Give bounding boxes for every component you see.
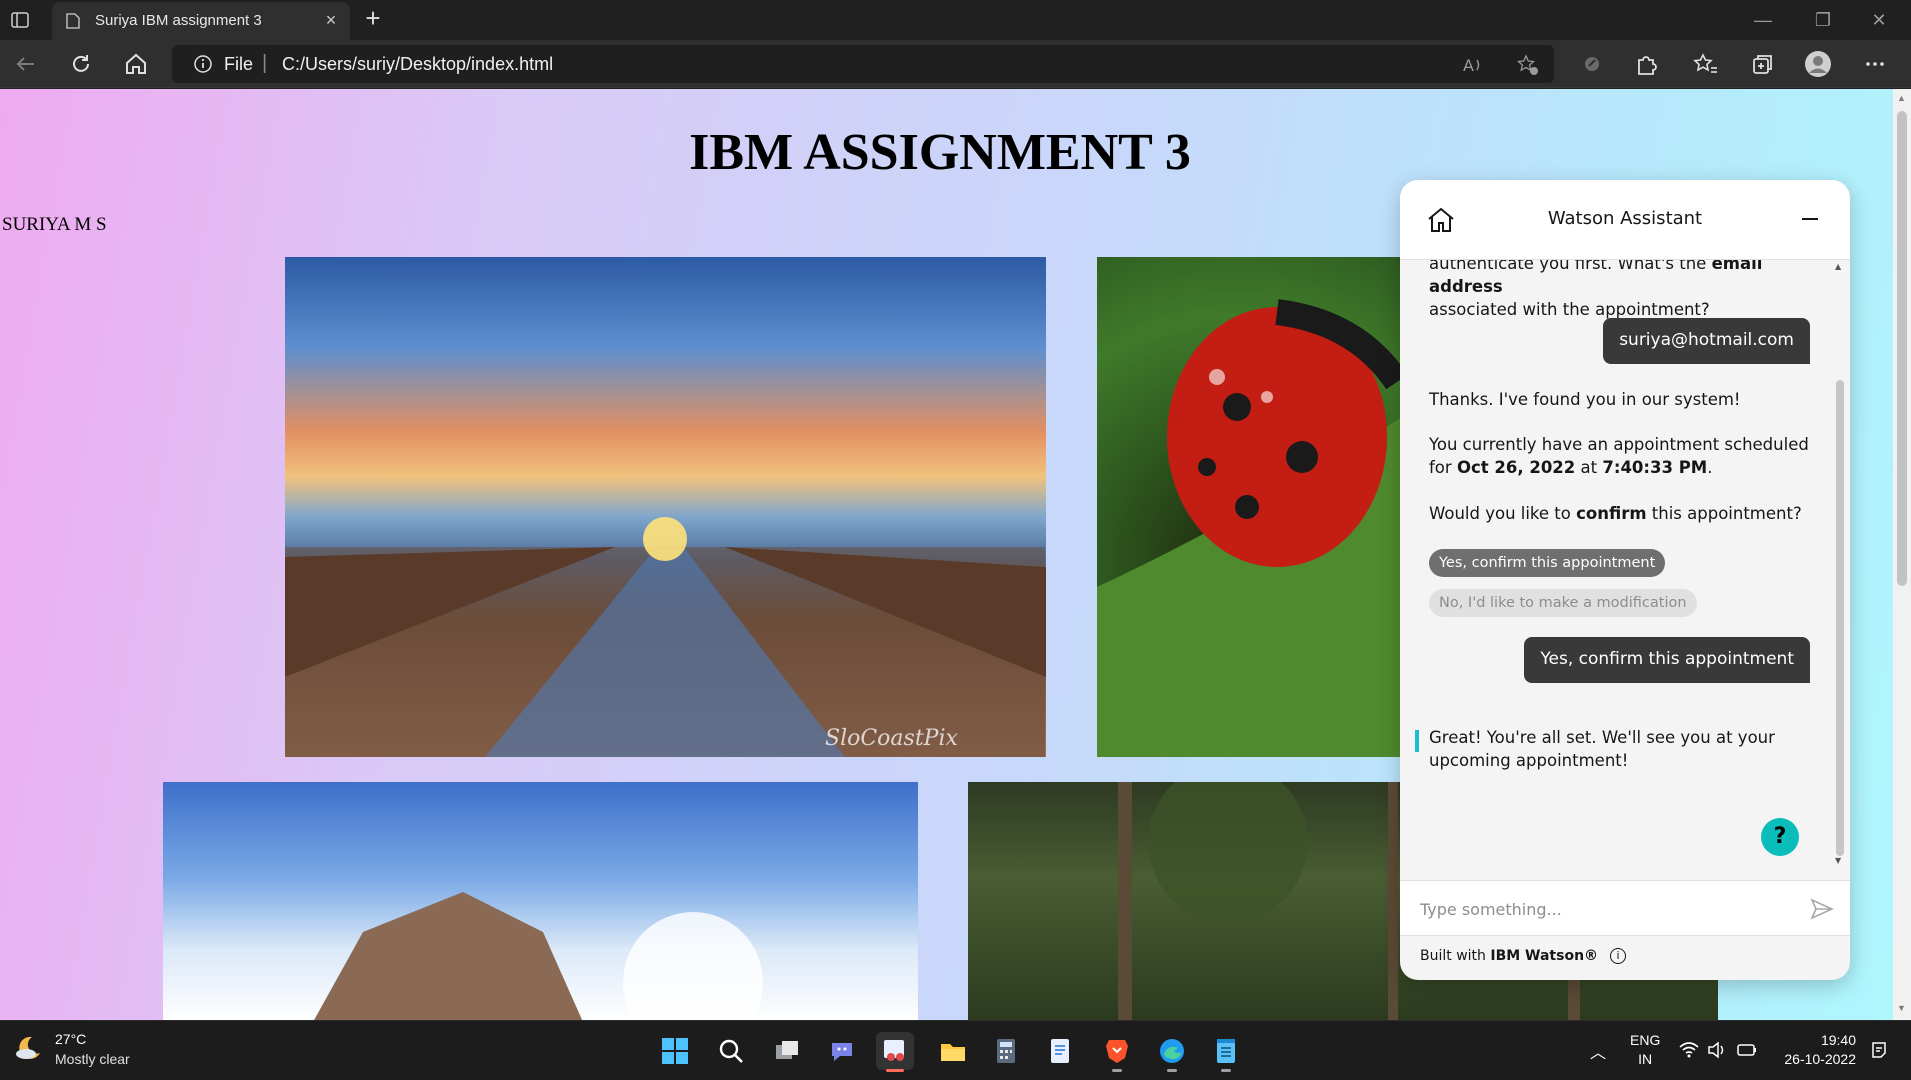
browser-tab-bar: Suriya IBM assignment 3 × + — ❐ ✕ <box>0 0 1911 40</box>
browser-tab[interactable]: Suriya IBM assignment 3 × <box>52 2 350 40</box>
bot-message-schedule: You currently have an appointment schedu… <box>1429 435 1809 477</box>
clock-date: 26-10-2022 <box>1784 1051 1856 1067</box>
scroll-down-arrow-icon[interactable]: ▼ <box>1897 1003 1906 1013</box>
browser-toolbar: File | C:/Users/suriy/Desktop/index.html… <box>0 40 1911 88</box>
weather-moon-icon[interactable] <box>14 1033 44 1063</box>
option-confirm-button[interactable]: Yes, confirm this appointment <box>1429 549 1666 577</box>
watson-conversation: authenticate you first. What's the email… <box>1400 260 1850 880</box>
language-code: ENG <box>1630 1032 1661 1048</box>
running-app-indicator <box>1221 1069 1231 1072</box>
address-separator: | <box>262 52 268 74</box>
info-icon[interactable]: i <box>1610 948 1627 964</box>
bot-message-question: Would you like to confirm this appointme… <box>1429 504 1802 523</box>
tab-title: Suriya IBM assignment 3 <box>95 12 262 29</box>
user-message-email: suriya@hotmail.com <box>1603 318 1810 364</box>
document-icon <box>66 13 80 29</box>
add-favorite-icon[interactable] <box>1516 54 1539 76</box>
restore-window-button[interactable]: ❐ <box>1800 6 1846 34</box>
bot-message-found: Thanks. I've found you in our system! <box>1429 390 1741 409</box>
system-clock[interactable]: 19:40 26-10-2022 <box>1776 1031 1856 1069</box>
show-hidden-icons-chevron-icon[interactable]: ︿ <box>1590 1039 1606 1063</box>
watson-scrollbar[interactable]: ▲ ▼ <box>1833 262 1847 867</box>
user-message-confirm: Yes, confirm this appointment <box>1524 637 1810 683</box>
file-explorer-icon[interactable] <box>934 1032 972 1070</box>
home-icon[interactable] <box>122 50 150 78</box>
watson-footer: Built with IBM Watson® i <box>1420 948 1627 964</box>
profile-avatar-icon[interactable] <box>1804 50 1832 78</box>
running-app-indicator <box>1112 1069 1122 1072</box>
wifi-icon[interactable] <box>1678 1039 1700 1061</box>
watson-assistant-panel: Watson Assistant authenticate you first.… <box>1400 180 1850 980</box>
site-info-icon[interactable] <box>194 55 212 73</box>
scroll-up-arrow-icon[interactable]: ▲ <box>1897 93 1906 103</box>
battery-icon[interactable] <box>1736 1039 1758 1061</box>
close-window-button[interactable]: ✕ <box>1856 6 1902 34</box>
message-input[interactable] <box>1420 895 1780 923</box>
notepad-icon[interactable] <box>1207 1032 1245 1072</box>
snipping-tool-icon[interactable] <box>876 1032 914 1072</box>
brave-browser-icon[interactable] <box>1098 1032 1136 1072</box>
active-app-indicator <box>886 1069 904 1072</box>
back-icon[interactable] <box>12 50 40 78</box>
page-scrollbar[interactable]: ▲ ▼ <box>1893 89 1911 1020</box>
minimize-window-button[interactable]: — <box>1740 6 1786 34</box>
bot-message-auth: authenticate you first. What's the email… <box>1429 260 1763 319</box>
search-icon[interactable] <box>712 1032 750 1070</box>
ladybug-image <box>1097 257 1402 757</box>
refresh-icon[interactable] <box>67 50 95 78</box>
calculator-icon[interactable] <box>987 1032 1025 1070</box>
author-name: SURIYA M S <box>2 214 107 235</box>
notepad-doc-icon[interactable] <box>1041 1032 1079 1070</box>
extension-icon[interactable] <box>1578 50 1606 78</box>
tab-actions-icon[interactable] <box>10 10 30 30</box>
windows-taskbar: 27°C Mostly clear ︿ ENG IN 19:40 26-10-2… <box>0 1020 1911 1080</box>
address-bar[interactable]: File | C:/Users/suriy/Desktop/index.html… <box>172 45 1554 83</box>
weather-temperature: 27°C <box>55 1031 87 1047</box>
task-view-icon[interactable] <box>768 1032 806 1070</box>
collections-icon[interactable] <box>1748 50 1776 78</box>
running-app-indicator <box>1167 1069 1177 1072</box>
start-button[interactable] <box>656 1032 694 1070</box>
clock-time: 19:40 <box>1820 1032 1856 1048</box>
page-scrollbar-thumb[interactable] <box>1897 111 1907 586</box>
language-region: IN <box>1638 1051 1653 1067</box>
svg-text:A: A <box>1463 56 1474 75</box>
watson-scroll-up-icon[interactable]: ▲ <box>1835 262 1841 271</box>
language-indicator[interactable]: ENG IN <box>1630 1031 1660 1069</box>
address-scheme-label: File <box>224 54 254 74</box>
message-indicator-bar <box>1415 730 1419 752</box>
send-icon[interactable] <box>1810 898 1834 920</box>
watermark-text: SloCoastPix <box>825 726 959 751</box>
bot-message-final: Great! You're all set. We'll see you at … <box>1429 728 1775 770</box>
watson-title: Watson Assistant <box>1547 208 1703 229</box>
watson-header: Watson Assistant <box>1400 180 1850 260</box>
watson-input-area <box>1400 880 1850 936</box>
close-tab-icon[interactable]: × <box>322 11 340 29</box>
pier-sunset-image: SloCoastPix <box>285 257 1046 757</box>
new-tab-button[interactable]: + <box>360 5 386 32</box>
watson-scrollbar-thumb[interactable] <box>1836 380 1844 856</box>
option-modify-button[interactable]: No, I'd like to make a modification <box>1429 589 1697 617</box>
edge-browser-icon[interactable] <box>1153 1032 1191 1072</box>
address-url[interactable]: C:/Users/suriy/Desktop/index.html <box>282 54 553 75</box>
weather-description: Mostly clear <box>55 1051 130 1067</box>
birds-sky-image <box>163 782 918 1020</box>
minimize-icon[interactable] <box>1802 218 1818 220</box>
watson-scroll-down-icon[interactable]: ▼ <box>1835 856 1841 865</box>
page-title: IBM ASSIGNMENT 3 <box>689 124 1191 181</box>
favorites-icon[interactable] <box>1692 50 1720 78</box>
notifications-icon[interactable] <box>1868 1039 1890 1061</box>
teams-chat-icon[interactable] <box>823 1032 861 1070</box>
volume-icon[interactable] <box>1706 1039 1728 1061</box>
extensions-puzzle-icon[interactable] <box>1632 50 1660 78</box>
more-options-icon[interactable] <box>1861 50 1889 78</box>
read-aloud-icon[interactable]: A <box>1462 54 1484 76</box>
help-button[interactable]: ? <box>1761 818 1799 856</box>
